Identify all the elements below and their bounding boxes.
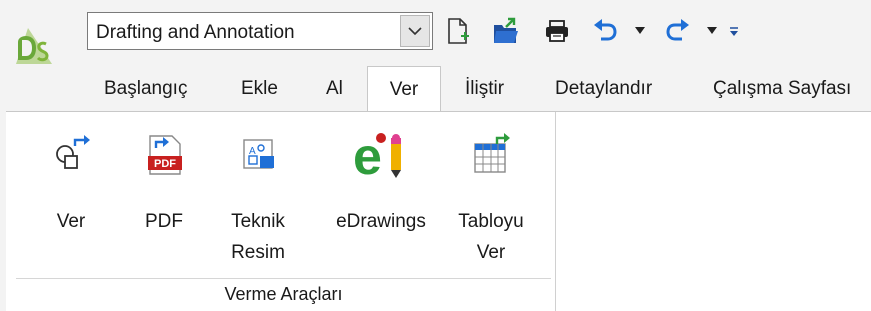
export-button[interactable]: Ver	[40, 124, 102, 274]
tab-baslangic[interactable]: Başlangıç	[104, 66, 187, 111]
undo-dropdown-icon[interactable]	[635, 27, 645, 35]
technical-drawing-label: Teknik Resim	[226, 206, 290, 268]
group-label-export-tools: Verme Araçları	[224, 284, 343, 304]
edrawings-button[interactable]: e eDrawings	[324, 124, 438, 274]
tab-ver[interactable]: Ver	[367, 66, 441, 113]
app-logo-icon[interactable]	[14, 24, 54, 66]
pdf-icon: PDF	[142, 132, 186, 176]
export-shape-icon	[49, 132, 93, 176]
technical-drawing-icon: A	[236, 132, 280, 176]
group-divider	[16, 278, 551, 279]
export-label-line1: Ver	[56, 211, 86, 232]
pdf-button[interactable]: PDF PDF	[133, 124, 195, 274]
edrawings-label-line1: eDrawings	[336, 211, 426, 232]
tab-al[interactable]: Al	[326, 66, 343, 111]
workspace-value: Drafting and Annotation	[96, 22, 295, 43]
tab-calisma-sayfasi[interactable]: Çalışma Sayfası	[713, 66, 851, 111]
quick-access-toolbar: Drafting and Annotation	[0, 0, 871, 66]
export-button-label: Ver	[40, 206, 102, 237]
customize-icon[interactable]	[724, 16, 744, 46]
undo-icon[interactable]	[591, 16, 619, 46]
export-table-label-line1: Tabloyu	[458, 211, 524, 232]
print-icon[interactable]	[543, 16, 571, 46]
export-table-icon	[469, 132, 513, 176]
edrawings-icon: e	[351, 128, 411, 186]
export-table-label-line2: Ver	[476, 242, 506, 263]
export-table-button[interactable]: Tabloyu Ver	[456, 124, 526, 274]
technical-drawing-button[interactable]: A Teknik Resim	[226, 124, 290, 274]
redo-dropdown-icon[interactable]	[707, 27, 717, 35]
tab-ekle[interactable]: Ekle	[241, 66, 278, 111]
edrawings-button-label: eDrawings	[324, 206, 438, 237]
technical-drawing-label-line1: Teknik	[231, 211, 285, 232]
pdf-label-line1: PDF	[145, 211, 183, 232]
ribbon-panel: Ver PDF PDF A Teknik Resim e eDrawings T…	[6, 111, 871, 311]
workspace-select[interactable]: Drafting and Annotation	[87, 12, 433, 50]
new-document-icon[interactable]	[444, 16, 472, 46]
cad-application-window: Drafting and Annotation Başlangıç Ekle A…	[0, 0, 871, 311]
open-document-icon[interactable]	[492, 16, 520, 46]
svg-text:PDF: PDF	[154, 158, 176, 170]
tab-ilistir[interactable]: İliştir	[465, 66, 504, 111]
chevron-down-icon[interactable]	[400, 15, 430, 47]
group-separator	[555, 112, 556, 311]
redo-icon[interactable]	[664, 16, 692, 46]
technical-drawing-label-line2: Resim	[231, 242, 285, 263]
ribbon-tab-bar: Başlangıç Ekle Al Ver İliştir Detaylandı…	[0, 66, 871, 113]
export-table-label: Tabloyu Ver	[456, 206, 526, 268]
tab-detaylandir[interactable]: Detaylandır	[555, 66, 652, 111]
pdf-button-label: PDF	[133, 206, 195, 237]
